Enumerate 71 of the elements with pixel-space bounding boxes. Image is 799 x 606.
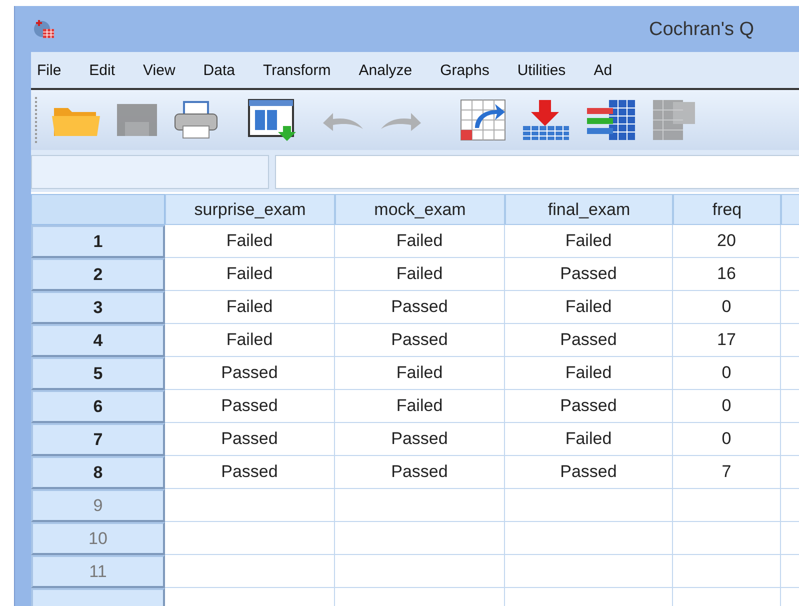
insert-row-icon	[521, 98, 571, 142]
table-cell: 0	[673, 423, 781, 456]
app-icon	[33, 19, 55, 39]
table-cell: Passed	[165, 423, 335, 456]
column-header[interactable]: freq	[673, 194, 781, 225]
table-cell: 7	[673, 456, 781, 489]
printer-icon	[173, 100, 219, 140]
table-cell: Passed	[335, 291, 505, 324]
row-number[interactable]: 10	[31, 522, 165, 555]
table-cell: Passed	[165, 390, 335, 423]
table-cell: Failed	[335, 390, 505, 423]
table-cell: Passed	[335, 456, 505, 489]
table-cell: Passed	[335, 423, 505, 456]
grid-arrow-icon	[459, 98, 507, 142]
table-cell: 16	[673, 258, 781, 291]
column-header[interactable]: final_exam	[505, 194, 673, 225]
table-cell: Failed	[505, 225, 673, 258]
menu-item[interactable]: Edit	[85, 62, 120, 78]
table-cell: Failed	[165, 225, 335, 258]
table-cell: 17	[673, 324, 781, 357]
variables-icon	[585, 98, 637, 142]
row-number[interactable]: 7	[31, 423, 165, 456]
menu-item[interactable]: File	[33, 62, 66, 78]
table-cell: 0	[673, 291, 781, 324]
table-cell: Failed	[335, 258, 505, 291]
window-title: Cochran's Q	[649, 19, 754, 41]
table-cell: Failed	[165, 258, 335, 291]
table-cell: Failed	[335, 357, 505, 390]
table-cell: Passed	[505, 324, 673, 357]
table-cell: 0	[673, 390, 781, 423]
table-cell: 20	[673, 225, 781, 258]
insert-tool[interactable]	[521, 98, 571, 142]
row-number[interactable]: 1	[31, 225, 165, 258]
row-number[interactable]: 2	[31, 258, 165, 291]
column-header[interactable]: mock_exam	[335, 194, 505, 225]
column-header[interactable]: surprise_exam	[165, 194, 335, 225]
table-cell: 0	[673, 357, 781, 390]
menu-item[interactable]: View	[139, 62, 180, 78]
row-number[interactable]: 8	[31, 456, 165, 489]
table-cell: Passed	[505, 258, 673, 291]
table-cell: Passed	[335, 324, 505, 357]
table-cell: Passed	[165, 456, 335, 489]
table-cell: Failed	[165, 291, 335, 324]
table-cell: Failed	[505, 423, 673, 456]
table-cell: Passed	[505, 390, 673, 423]
table-cell: Passed	[165, 357, 335, 390]
menu-item[interactable]: Data	[199, 62, 239, 78]
table-cell: Passed	[505, 456, 673, 489]
menu-item[interactable]: Graphs	[436, 62, 494, 78]
table-cell: Failed	[335, 225, 505, 258]
menu-item[interactable]: Analyze	[354, 62, 416, 78]
value-labels-icon	[651, 98, 697, 142]
row-number[interactable]: 4	[31, 324, 165, 357]
variables-tool[interactable]	[585, 98, 637, 142]
row-number[interactable]: 5	[31, 357, 165, 390]
row-number[interactable]: 9	[31, 489, 165, 522]
row-number[interactable]: 3	[31, 291, 165, 324]
print-tool[interactable]	[173, 100, 219, 140]
row-number[interactable]: 6	[31, 390, 165, 423]
cell-name-field[interactable]	[31, 155, 269, 189]
table-cell: Failed	[505, 357, 673, 390]
menu-item[interactable]: Utilities	[513, 62, 570, 78]
recall-tool[interactable]	[247, 98, 297, 142]
row-number[interactable]: 11	[31, 555, 165, 588]
dialog-icon	[247, 98, 297, 142]
menu-item[interactable]: Transform	[258, 62, 335, 78]
table-cell: Failed	[165, 324, 335, 357]
cell-value-field[interactable]	[275, 155, 799, 189]
menu-item[interactable]: Ad	[590, 62, 616, 78]
goto-tool[interactable]	[459, 98, 507, 142]
table-cell: Failed	[505, 291, 673, 324]
